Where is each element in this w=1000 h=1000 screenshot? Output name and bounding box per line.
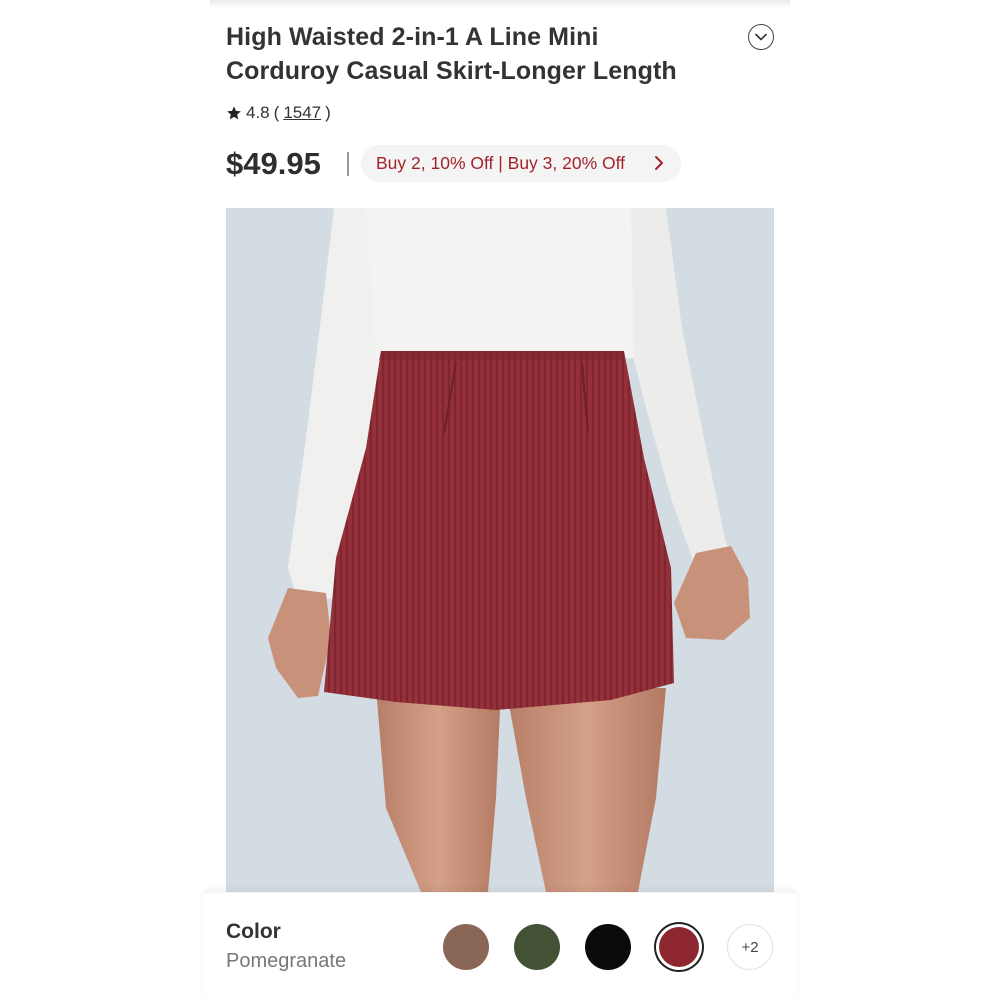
color-swatch-olive[interactable]	[514, 924, 560, 970]
color-selector-bar	[204, 893, 796, 1000]
color-swatch-black[interactable]	[585, 924, 631, 970]
more-colors-button[interactable]: +2	[727, 924, 773, 970]
product-title-line-1: High Waisted 2-in-1 A Line Mini	[226, 23, 599, 51]
product-photo-illustration	[226, 208, 774, 892]
chevron-right-icon	[655, 156, 663, 170]
color-swatch-pomegranate[interactable]	[659, 927, 699, 967]
rating-open-paren: (	[273, 103, 280, 122]
price-divider	[347, 152, 349, 176]
collapse-button[interactable]	[748, 24, 774, 50]
rating-close-paren: )	[325, 103, 331, 122]
review-count-link[interactable]: 1547	[283, 103, 321, 123]
product-title: High Waisted 2-in-1 A Line Mini Corduroy…	[226, 20, 726, 88]
product-title-line-2: Corduroy Casual Skirt-Longer Length	[226, 57, 677, 85]
promo-text: Buy 2, 10% Off | Buy 3, 20% Off	[376, 153, 626, 173]
selected-color-name: Pomegranate	[226, 950, 347, 972]
product-image[interactable]	[226, 208, 774, 892]
color-swatch-brown[interactable]	[443, 924, 489, 970]
rating-row: 4.8 ( 1547 )	[226, 103, 331, 123]
promo-badge[interactable]: Buy 2, 10% Off | Buy 3, 20% Off	[361, 145, 681, 182]
top-shadow	[210, 0, 790, 8]
color-label: Color	[226, 920, 281, 943]
star-icon	[227, 106, 241, 120]
chevron-down-icon	[755, 33, 767, 41]
rating-value: 4.8	[246, 103, 270, 122]
price: $49.95	[226, 146, 321, 181]
